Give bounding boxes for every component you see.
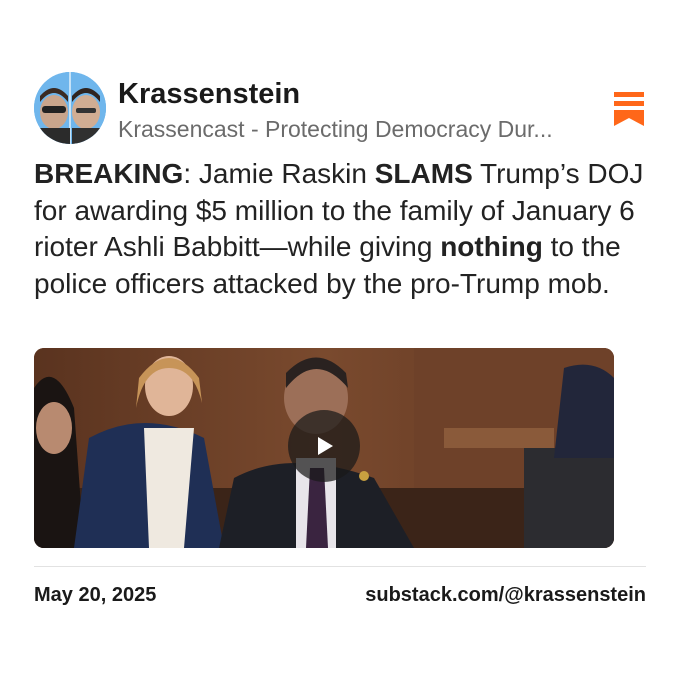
post-text-emphasis: SLAMS [374, 158, 473, 189]
play-button[interactable] [288, 410, 360, 482]
post-text-emphasis: nothing [440, 231, 543, 262]
post-text-segment: : Jamie Raskin [183, 158, 375, 189]
publication-name[interactable]: Krassencast - Protecting Democracy Dur..… [118, 116, 608, 143]
author-name[interactable]: Krassenstein [118, 78, 300, 111]
avatar[interactable] [34, 72, 106, 144]
play-icon [318, 437, 333, 455]
post-header: Krassenstein Krassencast - Protecting De… [34, 72, 646, 146]
bookmark-icon[interactable] [614, 92, 646, 126]
substack-link[interactable]: substack.com/@krassenstein [365, 584, 646, 607]
post-text: BREAKING: Jamie Raskin SLAMS Trump’s DOJ… [34, 156, 646, 302]
post-date: May 20, 2025 [34, 584, 157, 606]
video-player[interactable] [34, 348, 614, 548]
post-text-emphasis: BREAKING [34, 158, 184, 189]
divider [34, 566, 646, 567]
